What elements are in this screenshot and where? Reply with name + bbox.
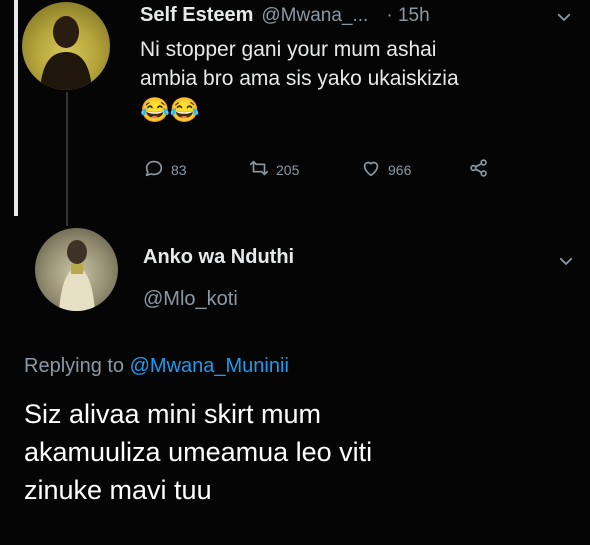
reply-author-name[interactable]: Anko wa Nduthi [143,246,294,269]
share-icon [468,157,490,182]
reply-button[interactable]: 83 [143,157,187,182]
tweet-time[interactable]: · 15h [386,5,429,27]
reply-text: Siz alivaa mini skirt mum akamuuliza ume… [24,395,584,509]
reply-text-line: akamuuliza umeamua leo viti [24,437,373,467]
tweet-text-line: Ni stopper gani your mum ashai [140,38,437,61]
thread-line [66,92,68,226]
replying-to: Replying to @Mwana_Muninii [24,355,289,378]
like-count: 966 [388,161,412,178]
reply-text-line: zinuke mavi tuu [24,475,212,505]
retweet-count: 205 [276,161,300,178]
reply-author-handle[interactable]: @Mlo_koti [143,288,238,311]
author-handle[interactable]: @Mwana_... [261,5,368,27]
emoji-text: 😂😂 [140,97,200,124]
avatar[interactable] [35,228,118,311]
chevron-down-icon[interactable] [557,252,575,275]
share-button[interactable] [468,157,490,182]
heart-icon [360,157,382,182]
like-button[interactable]: 966 [360,157,411,182]
person-avatar-image [40,16,92,90]
retweet-icon [248,157,270,182]
person-avatar-image [59,240,95,311]
chevron-down-icon[interactable] [555,8,573,31]
avatar[interactable] [22,2,110,90]
author-name[interactable]: Self Esteem [140,4,253,27]
reply-icon [143,157,165,182]
replying-to-label: Replying to [24,355,125,377]
retweet-button[interactable]: 205 [248,157,299,182]
tweet-text-line: ambia bro ama sis yako ukaiskizia [140,67,459,90]
reply-count: 83 [171,161,187,178]
left-indicator-bar [14,0,18,216]
replying-to-handle[interactable]: @Mwana_Muninii [130,355,289,377]
reply-text-line: Siz alivaa mini skirt mum [24,399,322,429]
tweet-text: Ni stopper gani your mum ashai ambia bro… [140,35,580,129]
